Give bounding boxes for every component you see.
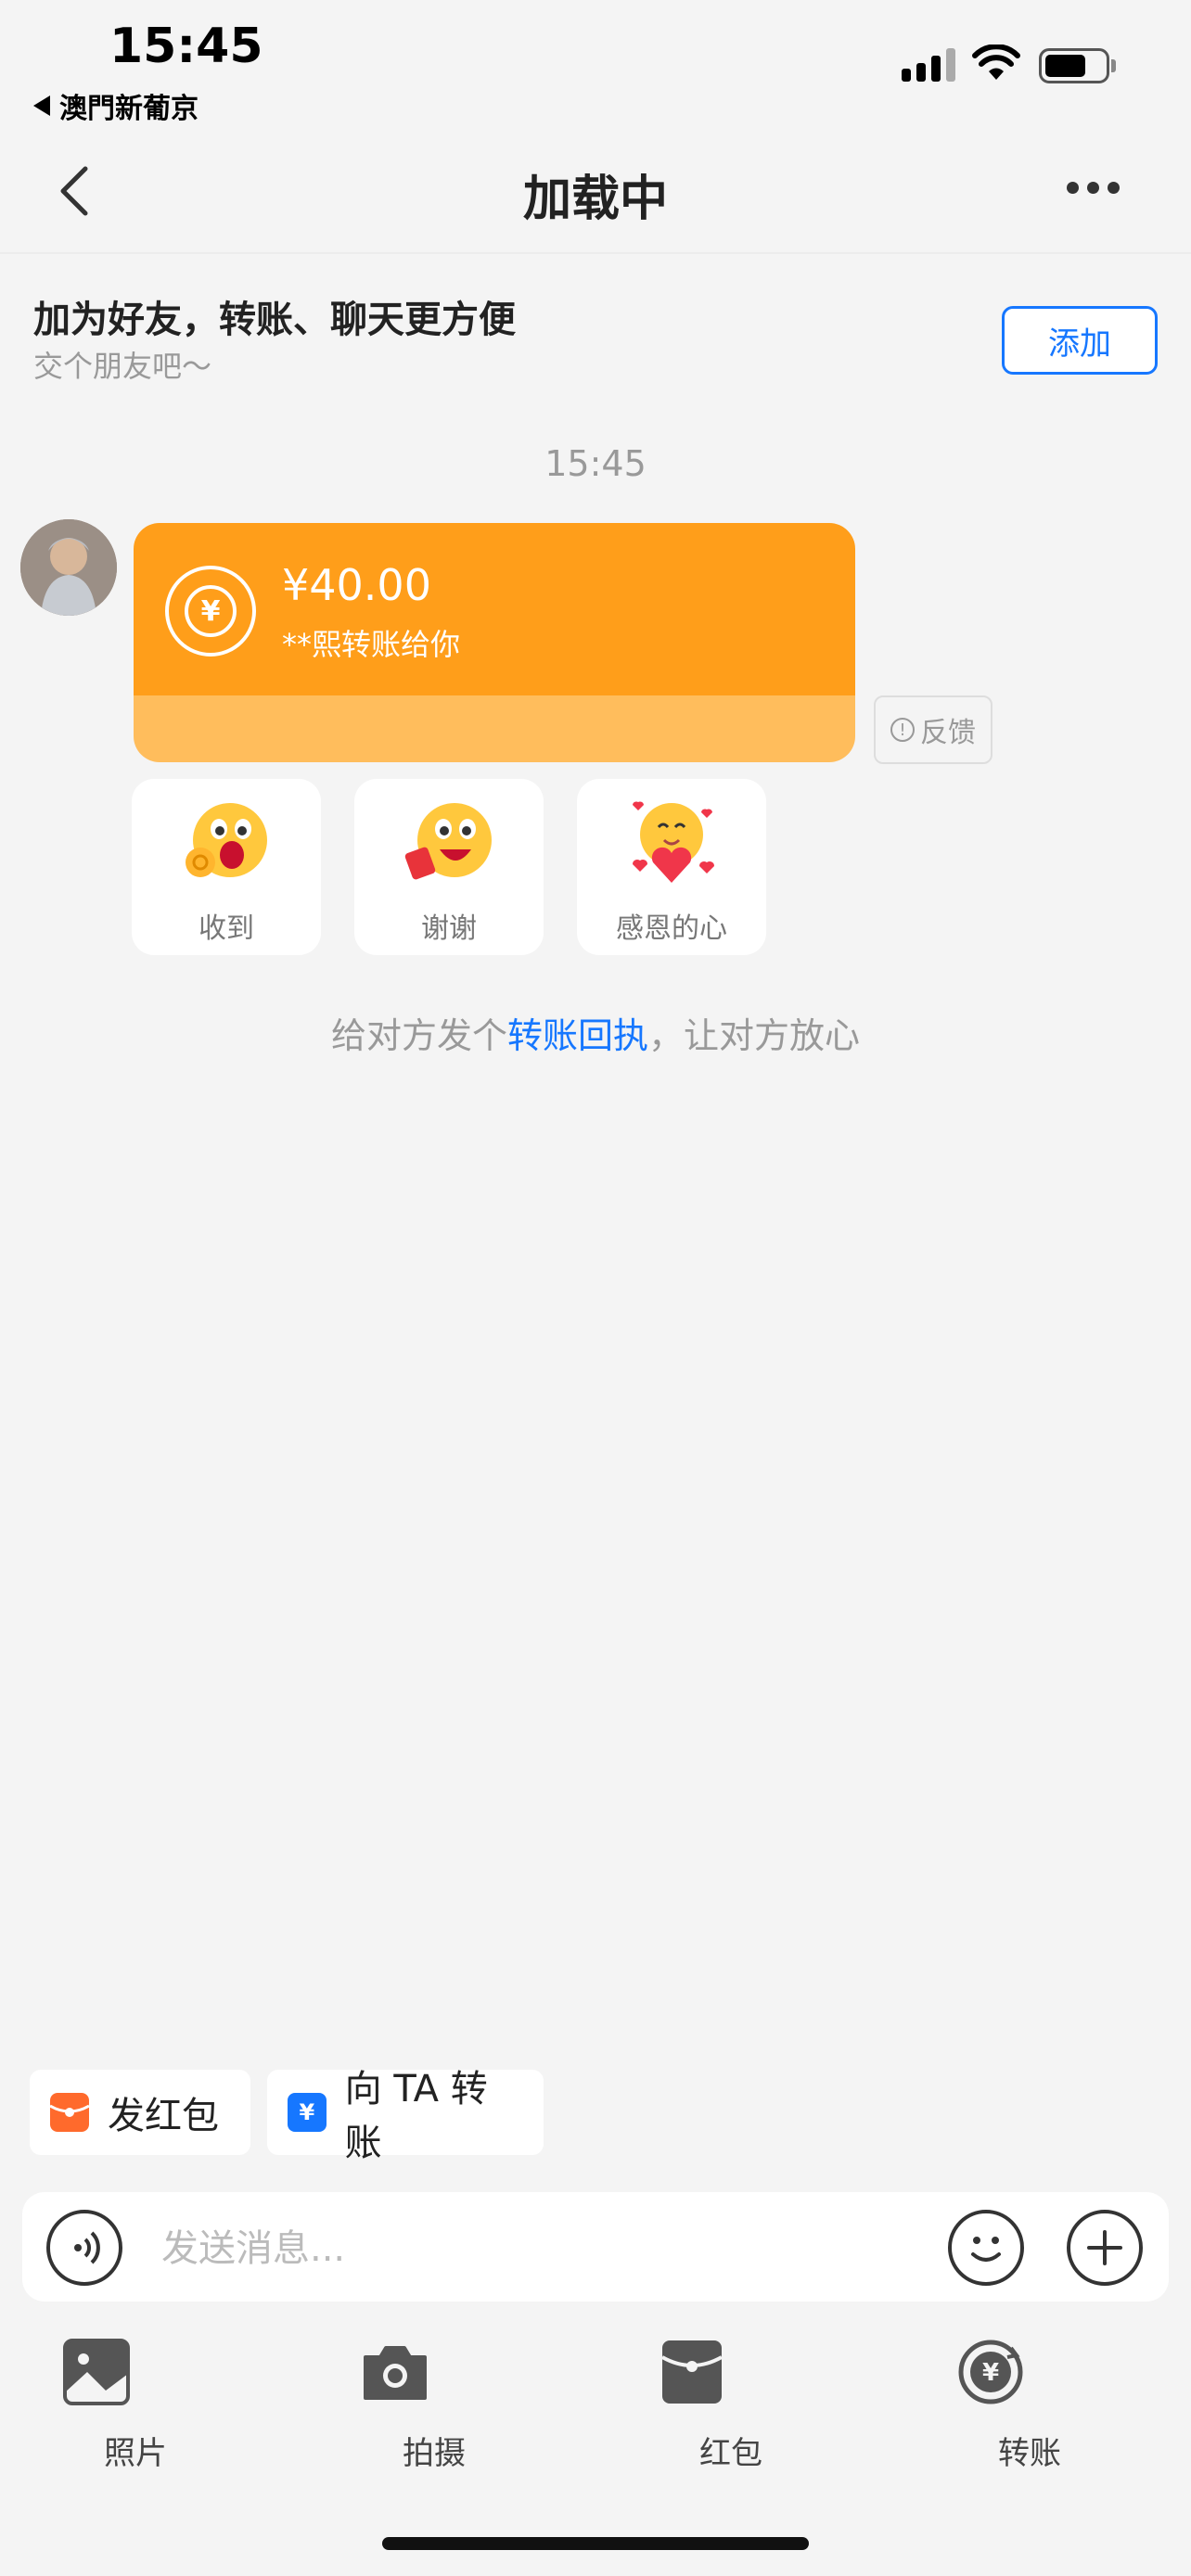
emoji-picker-icon[interactable]	[948, 2210, 1024, 2286]
thanks-emoji-icon	[404, 803, 492, 880]
toolbar-photo[interactable]: 照片	[61, 2337, 210, 2473]
toolbar-red-packet[interactable]: 红包	[657, 2337, 805, 2473]
transfer-card[interactable]: ¥ ¥40.00 **熙转账给你 转账 支	[134, 523, 855, 762]
home-indicator[interactable]	[382, 2537, 809, 2550]
photo-icon	[63, 2339, 130, 2405]
sticker-reply-received[interactable]: 收到	[132, 779, 321, 955]
toolbar-red-packet-label: 红包	[699, 2435, 762, 2472]
more-options-icon[interactable]	[1067, 182, 1120, 194]
page-title: 加载中	[522, 172, 668, 227]
sticker-label: 谢谢	[421, 912, 477, 945]
red-packet-icon	[50, 2093, 89, 2132]
transfer-to-them-chip[interactable]: ¥ 向 TA 转账	[267, 2068, 544, 2164]
heart-hug-emoji-icon	[633, 801, 714, 883]
transfer-ticket-icon: ¥	[288, 2093, 327, 2132]
transfer-toolbar-icon: ¥	[958, 2340, 1023, 2404]
transfer-card-top: ¥ ¥40.00 **熙转账给你	[134, 523, 855, 695]
toolbar-camera[interactable]: 拍摄	[360, 2337, 508, 2473]
battery-icon	[1039, 48, 1109, 83]
cellular-signal-icon	[902, 48, 955, 82]
chat-timestamp: 15:45	[544, 443, 647, 484]
add-friend-button[interactable]: 添加	[1002, 306, 1158, 375]
add-friend-subtitle: 交个朋友吧～	[33, 349, 212, 384]
add-friend-title: 加为好友，转账、聊天更方便	[33, 299, 516, 341]
back-triangle-icon	[33, 96, 50, 116]
send-red-packet-label: 发红包	[108, 2095, 219, 2137]
send-red-packet-chip[interactable]: 发红包	[30, 2070, 250, 2155]
wifi-icon	[972, 45, 1020, 80]
more-actions-plus-icon[interactable]	[1067, 2210, 1143, 2286]
sticker-reply-thanks[interactable]: 谢谢	[354, 779, 544, 955]
transfer-to-them-label: 向 TA 转账	[344, 2068, 488, 2164]
message-input[interactable]	[161, 2220, 866, 2277]
transfer-currency-icon: ¥	[165, 566, 256, 657]
feedback-label: 反馈	[920, 717, 976, 749]
toolbar-transfer-label: 转账	[998, 2435, 1061, 2472]
nav-divider	[0, 252, 1191, 254]
svg-text:¥: ¥	[982, 2359, 999, 2387]
sticker-label: 收到	[198, 912, 254, 945]
back-to-app-link[interactable]: 澳門新葡京	[33, 85, 198, 126]
toolbar-transfer[interactable]: ¥ 转账	[955, 2337, 1104, 2473]
red-packet-toolbar-icon	[661, 2340, 723, 2404]
battery-cap	[1111, 59, 1116, 72]
toolbar-camera-label: 拍摄	[403, 2435, 466, 2472]
status-time: 15:45	[109, 19, 263, 74]
info-icon: !	[890, 718, 915, 742]
ok-hand-emoji-icon	[186, 803, 267, 877]
toolbar-photo-label: 照片	[104, 2435, 167, 2472]
back-app-label: 澳門新葡京	[59, 93, 198, 125]
feedback-button[interactable]: ! 反馈	[874, 695, 992, 764]
sticker-label: 感恩的心	[616, 912, 727, 945]
transfer-card-footer: 转账 支	[134, 695, 855, 762]
camera-icon	[364, 2346, 427, 2400]
avatar[interactable]	[20, 519, 117, 616]
transfer-description: **熙转账给你	[282, 627, 461, 662]
transfer-receipt-link[interactable]: 转账回执	[507, 1015, 648, 1056]
transfer-amount: ¥40.00	[282, 560, 431, 610]
voice-input-icon[interactable]	[46, 2210, 122, 2286]
sticker-reply-gratitude[interactable]: 感恩的心	[577, 779, 766, 955]
receipt-tip: 给对方发个转账回执，让对方放心	[330, 1015, 861, 1056]
